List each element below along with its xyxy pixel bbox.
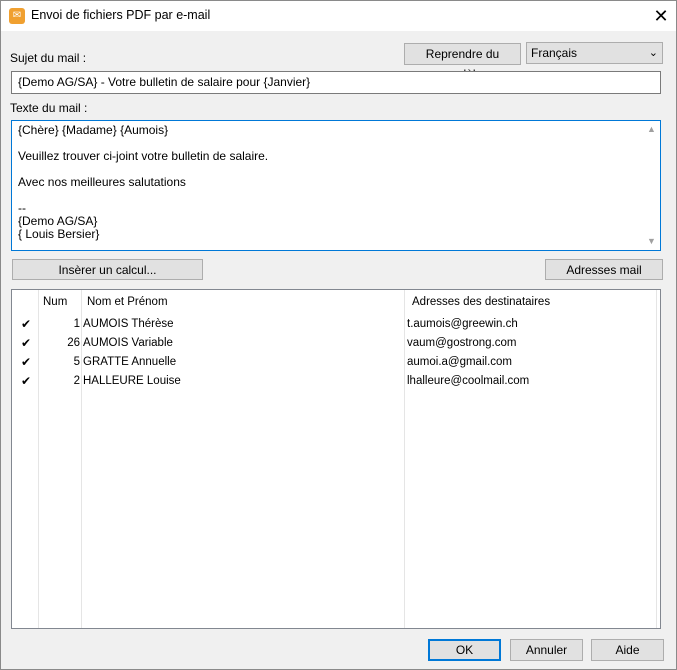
row-mail: t.aumois@greewin.ch xyxy=(407,318,518,330)
scroll-up-icon[interactable]: ▲ xyxy=(643,121,660,138)
row-num: 2 xyxy=(73,375,80,387)
column-header-mail[interactable]: Adresses des destinataires xyxy=(412,290,550,314)
row-name: AUMOIS Variable xyxy=(83,337,173,349)
subject-label: Sujet du mail : xyxy=(10,51,87,65)
recipients-table[interactable]: Num Nom et Prénom Adresses des destinata… xyxy=(11,289,661,629)
row-num: 26 xyxy=(67,337,80,349)
table-row[interactable]: ✔ 2 HALLEURE Louise lhalleure@coolmail.com xyxy=(12,372,660,391)
column-header-num[interactable]: Num xyxy=(43,290,67,314)
row-num: 1 xyxy=(73,318,80,330)
language-select[interactable]: Français ⌄ xyxy=(526,42,663,64)
body-line: Avec nos meilleures salutations xyxy=(18,175,186,189)
column-header-name[interactable]: Nom et Prénom xyxy=(87,290,168,314)
window-title: Envoi de fichiers PDF par e-mail xyxy=(31,8,211,22)
body-line: Veuillez trouver ci-joint votre bulletin… xyxy=(18,149,269,163)
body-line: { Louis Bersier} xyxy=(18,227,100,241)
app-icon: ✉ xyxy=(9,8,25,24)
insert-calc-button[interactable]: Insèrer un calcul... xyxy=(12,259,203,280)
table-row[interactable]: ✔ 1 AUMOIS Thérèse t.aumois@greewin.ch xyxy=(12,315,660,334)
row-check-icon: ✔ xyxy=(21,336,32,350)
row-name: AUMOIS Thérèse xyxy=(83,318,174,330)
row-mail: aumoi.a@gmail.com xyxy=(407,356,512,368)
ok-button[interactable]: OK xyxy=(428,639,501,661)
body-text: {Chère} {Madame} {Aumois} Veuillez trouv… xyxy=(18,124,268,241)
row-name: HALLEURE Louise xyxy=(83,375,181,387)
dialog-window: ✉ Envoi de fichiers PDF par e-mail ✕ Suj… xyxy=(0,0,677,670)
body-textarea[interactable]: {Chère} {Madame} {Aumois} Veuillez trouv… xyxy=(11,120,661,251)
language-select-value: Français xyxy=(531,46,578,60)
row-check-icon: ✔ xyxy=(21,355,32,369)
row-num: 5 xyxy=(73,356,80,368)
row-name: GRATTE Annuelle xyxy=(83,356,177,368)
mail-addresses-button[interactable]: Adresses mail xyxy=(545,259,663,280)
body-line: {Chère} {Madame} {Aumois} xyxy=(18,123,169,137)
help-button[interactable]: Aide xyxy=(591,639,664,661)
table-row[interactable]: ✔ 5 GRATTE Annuelle aumoi.a@gmail.com xyxy=(12,353,660,372)
body-label: Texte du mail : xyxy=(10,101,88,115)
row-mail: vaum@gostrong.com xyxy=(407,337,517,349)
row-check-icon: ✔ xyxy=(21,317,32,331)
table-row[interactable]: ✔ 26 AUMOIS Variable vaum@gostrong.com xyxy=(12,334,660,353)
cancel-button[interactable]: Annuler xyxy=(510,639,583,661)
body-line xyxy=(18,189,268,202)
row-mail: lhalleure@coolmail.com xyxy=(407,375,530,387)
close-icon[interactable]: ✕ xyxy=(646,1,676,31)
row-check-icon: ✔ xyxy=(21,374,32,388)
subject-input[interactable]: {Demo AG/SA} - Votre bulletin de salaire… xyxy=(11,71,661,94)
title-bar: ✉ Envoi de fichiers PDF par e-mail ✕ xyxy=(1,1,676,31)
reload-template-button[interactable]: Reprendre du modèle xyxy=(404,43,521,81)
chevron-down-icon: ⌄ xyxy=(648,47,658,59)
scroll-down-icon[interactable]: ▼ xyxy=(643,233,660,250)
body-scrollbar[interactable]: ▲ ▼ xyxy=(643,121,660,250)
